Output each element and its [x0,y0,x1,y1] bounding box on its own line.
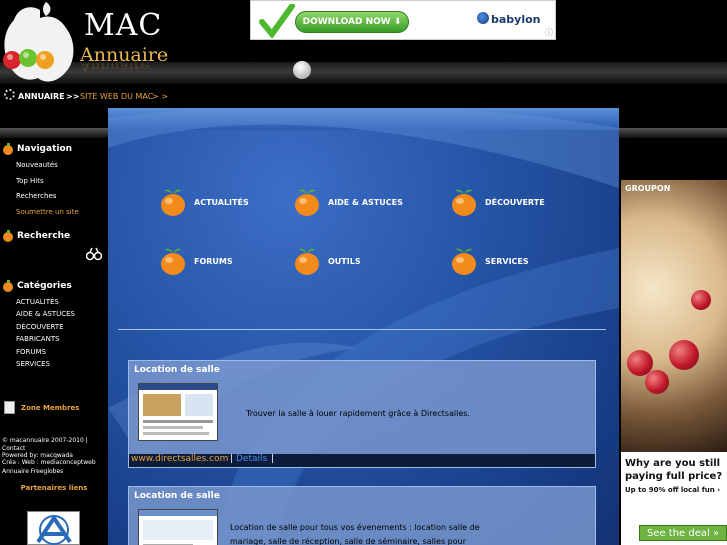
background-swoosh [108,108,619,545]
category-label: SERVICES [485,256,529,266]
babylon-logo-icon [477,12,489,24]
breadcrumb-current[interactable]: SITE WEB DU MAC [80,92,153,101]
members-lock-icon [4,401,15,414]
apple-icon [452,189,476,216]
divider [118,329,606,330]
footer-contact[interactable]: Contact [2,445,25,452]
apple-icon [295,189,319,216]
listing-thumbnail[interactable] [138,383,218,441]
categories-section-header: Catégories [0,279,72,293]
footer-creator: Créa : Web : mediaconceptweb [2,459,96,466]
sidebar-cat-actualites[interactable]: ACTUALITÉS [16,298,59,306]
listing-details-link[interactable]: Details [236,454,267,464]
breadcrumb-home[interactable]: ANNUAIRE [18,92,65,101]
apple-icon [161,189,185,216]
listing-thumbnail-image [139,384,217,435]
binoculars-search-icon[interactable] [86,247,102,261]
listing-separator: | [271,454,275,464]
category-decouverte[interactable]: DÉCOUVERTE [451,187,545,217]
sidebar-cat-aide-astuces[interactable]: AIDE & ASTUCES [16,310,75,318]
site-logo[interactable]: MAC Annuaire Annuaire [0,0,170,86]
category-label: OUTILS [328,256,361,266]
categories-section-title: Catégories [17,281,72,291]
loading-spinner-icon [4,89,15,100]
members-zone-link[interactable]: Zone Membres [21,404,79,412]
partners-heading: Partenaires liens [20,484,88,492]
raspberry-icon [645,370,669,394]
category-forums[interactable]: FORUMS [160,246,233,276]
nav-section-header: Navigation [0,142,72,156]
nav-section-title: Navigation [17,144,73,154]
ad-food-image [621,180,727,452]
ad-headline: Why are you still paying full price? [625,458,723,482]
raspberry-icon [669,340,699,370]
download-now-label: DOWNLOAD NOW [302,17,391,27]
breadcrumb-separator: >> [66,92,80,101]
apple-logo-icon [3,2,74,82]
category-label: AIDE & ASTUCES [328,197,403,207]
sidebar-cat-fabricants[interactable]: FABRICANTS [16,335,60,343]
search-section-header: Recherche [0,229,70,243]
footer-powered: Powered by: macqwada [2,452,73,459]
listing-thumbnail-image [139,510,217,545]
sidebar-cat-forums[interactable]: FORUMS [16,348,46,356]
sidebar-cat-decouverte[interactable]: DÉCOUVERTE [16,323,64,331]
checkmark-icon [259,4,295,38]
apple-icon [295,248,319,275]
listing-description: Location de salle pour tous vos évenemen… [230,523,480,545]
page: { "header": { "logo_main": "MAC", "logo_… [0,0,727,545]
sidebar-item-nouveautes[interactable]: Nouveautés [16,161,58,169]
footer-copyright: © macannuaire 2007-2010 | [2,437,88,444]
apple-mini-icon [293,61,311,79]
listing-title[interactable]: Location de salle [134,365,220,375]
ad-subline: Up to 90% off local fun › [625,486,721,494]
category-label: FORUMS [194,256,233,266]
category-outils[interactable]: OUTILS [294,246,361,276]
apple-bullet-icon [3,143,13,155]
site-listing: Location de salle Location de salle pour… [128,486,596,545]
apple-bullet-icon [3,230,13,242]
listing-separator: | [230,454,234,464]
download-now-button[interactable]: DOWNLOAD NOW ⬇ [295,11,409,33]
apple-icon [161,248,185,275]
search-section-title: Recherche [17,231,71,241]
sidebar-item-submit-site[interactable]: Soumettre un site [16,208,79,216]
listing-url[interactable]: www.directsalles.com [131,454,228,464]
category-label: ACTUALITÉS [194,197,249,207]
apple-bullet-icon [3,280,13,292]
listing-thumbnail[interactable] [138,509,218,545]
ad-info-icon[interactable]: ⓘ [545,27,553,38]
sidebar-item-top-hits[interactable]: Top Hits [16,177,44,185]
sidebar-cat-services[interactable]: SERVICES [16,360,50,368]
logo-title: MAC [84,8,163,43]
sidebar-item-recherches[interactable]: Recherches [16,192,56,200]
listing-title[interactable]: Location de salle [134,491,220,501]
breadcrumb-separator-trailing: > > [152,92,168,101]
groupon-ad[interactable]: GROUPON Why are you still paying full pr… [621,180,727,545]
listing-description: Trouver la salle à louer rapidement grâc… [246,409,470,418]
footer-freeglobes[interactable]: Annuaire Freeglobes [2,468,63,475]
category-actualites[interactable]: ACTUALITÉS [160,187,249,217]
groupon-brand: GROUPON [625,184,671,193]
top-ad-banner[interactable]: DOWNLOAD NOW ⬇ babylon ⓘ [250,0,556,40]
ad-brand: babylon [491,13,541,26]
site-listing: Location de salle Trouver la salle à lou… [128,360,596,468]
raspberry-icon [691,290,711,310]
see-deal-button[interactable]: See the deal » [639,525,727,541]
category-aide-astuces[interactable]: AIDE & ASTUCES [294,187,403,217]
apple-icon [452,248,476,275]
partner-logo[interactable] [27,511,80,545]
category-services[interactable]: SERVICES [451,246,529,276]
logo-subtitle-reflection: Annuaire [80,63,150,75]
partner-logo-icon [36,514,72,545]
category-label: DÉCOUVERTE [485,197,545,207]
sidebar-top-bevel [0,128,108,138]
right-column-bevel [619,128,727,138]
listing-footer: www.directsalles.com | Details | [129,454,595,467]
